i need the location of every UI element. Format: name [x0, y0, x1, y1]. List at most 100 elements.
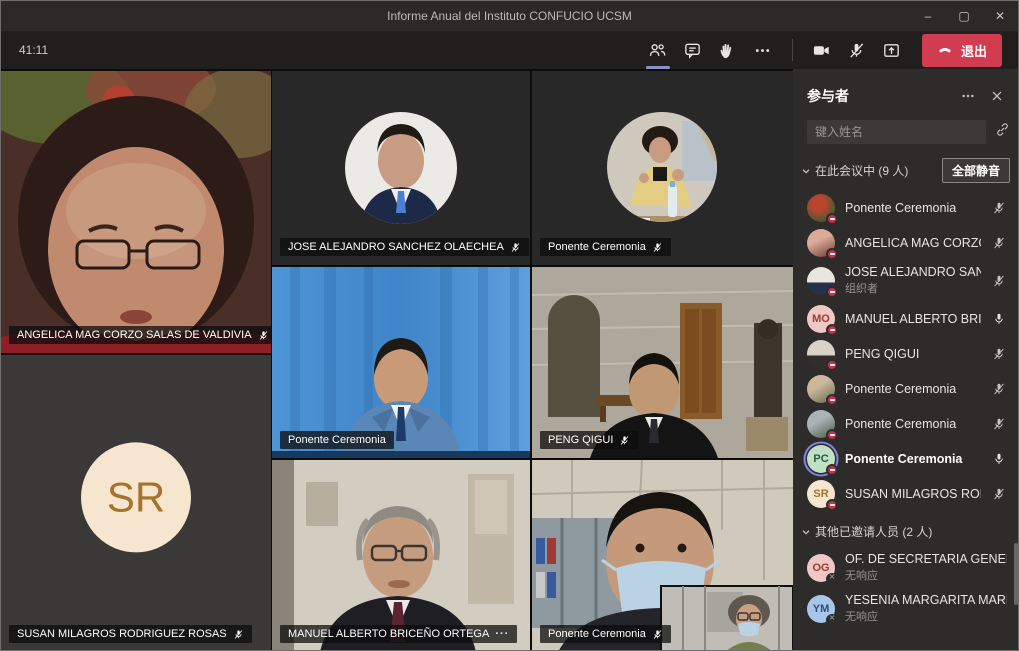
participant-name: ANGELICA MAG CORZO SALAS ...: [845, 236, 981, 250]
mic-on-icon[interactable]: [991, 312, 1007, 326]
avatar-photo-jose: [272, 71, 530, 265]
leave-meeting-button[interactable]: 退出: [922, 34, 1002, 67]
avatar: [807, 229, 835, 257]
participant-name: Ponente Ceremonia: [548, 241, 646, 253]
avatar-photo-ponente-desk: [532, 71, 793, 265]
participant-name: Ponente Ceremonia: [845, 452, 981, 466]
avatar-initials: SR: [813, 488, 828, 500]
tile-more-icon[interactable]: ···: [495, 628, 509, 640]
status-busy-badge: [826, 213, 838, 225]
status-busy-badge: [826, 499, 838, 511]
section-in-meeting[interactable]: 在此会议中 (9 人) 全部静音: [793, 146, 1019, 190]
status-offline-badge: [826, 614, 838, 626]
avatar: MO: [807, 305, 835, 333]
share-screen-icon: [882, 41, 901, 60]
video-tile-angelica[interactable]: ANGELICA MAG CORZO SALAS DE VALDIVIA: [1, 71, 271, 353]
microphone-button[interactable]: [844, 37, 870, 63]
search-input[interactable]: [807, 120, 986, 144]
camera-button[interactable]: [809, 37, 835, 63]
mic-muted-icon[interactable]: [991, 201, 1007, 215]
more-options-button[interactable]: [750, 37, 776, 63]
section-label: 其他已邀请人员 (2 人): [815, 523, 932, 540]
participant-name-label: Ponente Ceremonia: [540, 238, 671, 256]
copy-invite-link-icon[interactable]: [995, 122, 1010, 142]
mute-all-button[interactable]: 全部静音: [942, 158, 1010, 183]
mic-muted-icon: [258, 330, 269, 341]
video-tile-ponente-mask[interactable]: Ponente Ceremonia: [532, 460, 793, 651]
participant-name: MANUEL ALBERTO BRICEÑO OR...: [845, 312, 981, 326]
participant-row[interactable]: MO MANUEL ALBERTO BRICEÑO OR...: [793, 301, 1019, 336]
status-busy-badge: [826, 394, 838, 406]
video-tile-peng[interactable]: PENG QIGUI: [532, 267, 793, 458]
status-busy-badge: [826, 286, 838, 298]
mic-muted-icon: [847, 41, 866, 60]
avatar: [807, 375, 835, 403]
status-offline-badge: [826, 573, 838, 585]
participant-row[interactable]: Ponente Ceremonia: [793, 406, 1019, 441]
invited-row[interactable]: OG OF. DE SECRETARIA GENERAL - UCSM 无响应: [793, 547, 1019, 588]
participant-row[interactable]: SR SUSAN MILAGROS RODRIGUEZ ...: [793, 476, 1019, 511]
panel-close-icon[interactable]: [990, 89, 1004, 103]
video-frame-peng: [532, 267, 793, 458]
scrollbar-thumb[interactable]: [1014, 543, 1018, 605]
avatar: SR: [807, 480, 835, 508]
video-tile-jose[interactable]: JOSE ALEJANDRO SANCHEZ OLAECHEA: [272, 71, 530, 265]
window-title: Informe Anual del Instituto CONFUCIO UCS…: [387, 9, 632, 23]
video-stage: ANGELICA MAG CORZO SALAS DE VALDIVIA SR …: [1, 69, 793, 651]
panel-more-icon[interactable]: [961, 89, 975, 103]
avatar-initials: OG: [812, 562, 829, 574]
participant-name-label: ANGELICA MAG CORZO SALAS DE VALDIVIA: [9, 326, 271, 344]
video-tile-susan[interactable]: SR SUSAN MILAGROS RODRIGUEZ ROSAS: [1, 355, 271, 651]
participants-button[interactable]: [645, 37, 671, 63]
video-tile-manuel[interactable]: MANUEL ALBERTO BRICEÑO ORTEGA ···: [272, 460, 530, 651]
participant-row[interactable]: Ponente Ceremonia: [793, 371, 1019, 406]
video-frame-manuel: [272, 460, 530, 651]
close-button[interactable]: ✕: [982, 1, 1018, 31]
avatar-initials: MO: [812, 313, 830, 325]
status-busy-badge: [826, 324, 838, 336]
search-row: [793, 114, 1019, 146]
mic-muted-icon: [233, 629, 244, 640]
avatar-initials: PC: [813, 453, 828, 465]
participant-row-speaking[interactable]: PC Ponente Ceremonia: [793, 441, 1019, 476]
meeting-timer: 41:11: [19, 43, 48, 57]
minimize-button[interactable]: –: [910, 1, 946, 31]
mic-muted-icon[interactable]: [991, 274, 1007, 288]
avatar: PC: [807, 445, 835, 473]
mic-muted-icon[interactable]: [991, 382, 1007, 396]
participant-row[interactable]: Ponente Ceremonia: [793, 190, 1019, 225]
status-busy-badge: [826, 464, 838, 476]
raise-hand-button[interactable]: [715, 37, 741, 63]
video-tile-ponente-desk[interactable]: Ponente Ceremonia: [532, 71, 793, 265]
mic-muted-icon[interactable]: [991, 236, 1007, 250]
participant-name-label: SUSAN MILAGROS RODRIGUEZ ROSAS: [9, 625, 252, 643]
mic-muted-icon[interactable]: [991, 347, 1007, 361]
status-busy-badge: [826, 248, 838, 260]
mic-on-icon[interactable]: [991, 452, 1007, 466]
mic-muted-icon[interactable]: [991, 487, 1007, 501]
video-tile-ponente-blue[interactable]: Ponente Ceremonia: [272, 267, 530, 458]
leave-label: 退出: [961, 41, 987, 60]
participant-row[interactable]: ANGELICA MAG CORZO SALAS ...: [793, 225, 1019, 260]
participant-name-label: MANUEL ALBERTO BRICEÑO ORTEGA ···: [280, 625, 517, 643]
share-screen-button[interactable]: [879, 37, 905, 63]
participant-name: Ponente Ceremonia: [845, 382, 981, 396]
participant-row[interactable]: JOSE ALEJANDRO SANCHEZ OL... 组织者: [793, 260, 1019, 301]
participant-role: 组织者: [845, 280, 981, 296]
maximize-button[interactable]: ▢: [946, 1, 982, 31]
status-busy-badge: [826, 359, 838, 371]
mic-muted-icon[interactable]: [991, 417, 1007, 431]
chat-button[interactable]: [680, 37, 706, 63]
meeting-toolbar: 41:11: [1, 31, 1018, 69]
participant-name: OF. DE SECRETARIA GENERAL - UCSM: [845, 552, 1007, 566]
toolbar-divider: [792, 39, 793, 61]
participant-name: JOSE ALEJANDRO SANCHEZ OL...: [845, 265, 981, 279]
participant-name: Ponente Ceremonia: [845, 417, 981, 431]
participant-name-label: PENG QIGUI: [540, 431, 638, 449]
invited-row[interactable]: YM YESENIA MARGARITA MARRON MO... 无响应: [793, 588, 1019, 629]
avatar: YM: [807, 595, 835, 623]
section-invited[interactable]: 其他已邀请人员 (2 人): [793, 511, 1019, 547]
participant-name: YESENIA MARGARITA MARRON MO...: [845, 593, 1007, 607]
participant-row[interactable]: PENG QIGUI: [793, 336, 1019, 371]
mic-muted-icon: [510, 242, 521, 253]
